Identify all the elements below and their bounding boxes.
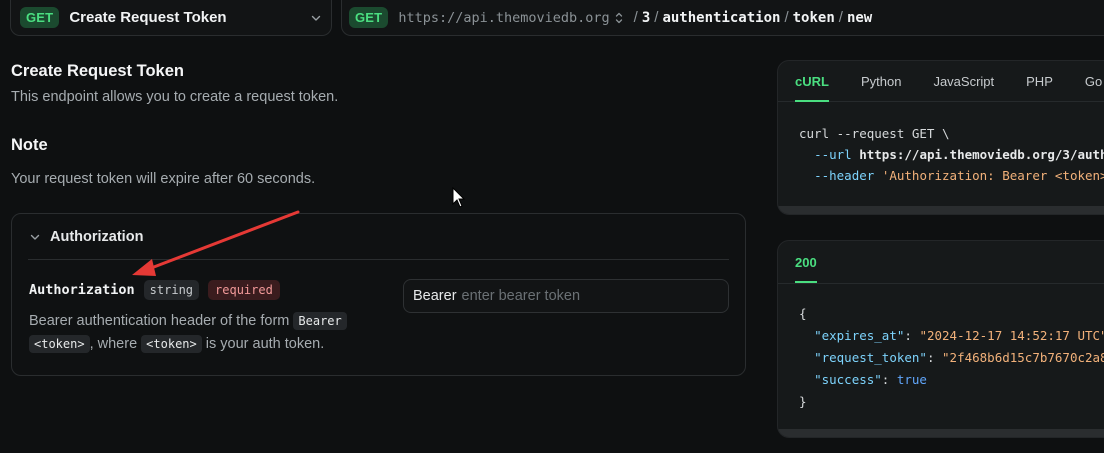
url-bar[interactable]: GET https://api.themoviedb.org / 3 / aut… [341, 0, 1104, 36]
chevron-down-icon [311, 15, 321, 21]
tab-go[interactable]: Go [1085, 61, 1102, 102]
code-block: curl --request GET \ --url https://api.t… [778, 102, 1104, 186]
mouse-cursor-icon [452, 186, 466, 208]
panel-scrollbar[interactable] [778, 206, 1104, 214]
bearer-prefix: Bearer [413, 288, 457, 304]
url-segment: new [846, 9, 873, 26]
code-value: 'Authorization: Bearer <token>' [881, 168, 1104, 183]
required-badge: required [208, 280, 280, 300]
note-text: Your request token will expire after 60 … [11, 171, 316, 187]
url-separator: / [838, 9, 843, 26]
param-type-badge: string [143, 280, 200, 300]
code-value: https://api.themoviedb.org/3/authen [859, 147, 1104, 162]
divider [28, 259, 729, 260]
desc-text: Bearer authentication header of the form [29, 313, 290, 329]
endpoint-selector[interactable]: GET Create Request Token [10, 0, 332, 36]
code-chip: <token> [141, 335, 202, 353]
chevron-collapse-icon [30, 234, 40, 240]
tab-status-200[interactable]: 200 [795, 242, 817, 283]
desc-text: , where [89, 336, 138, 352]
json-value: true [896, 372, 927, 387]
code-flag: --header [814, 168, 875, 183]
endpoint-title: Create Request Token [69, 9, 227, 26]
bearer-token-field[interactable]: Bearer [403, 279, 729, 313]
url-segment: 3 [641, 9, 651, 26]
tab-python[interactable]: Python [861, 61, 901, 102]
language-tabs: cURL Python JavaScript PHP Go [778, 61, 1104, 102]
json-brace: { [799, 306, 807, 321]
code-chip: Bearer [293, 312, 347, 330]
authorization-card: Authorization Authorization string requi… [11, 213, 746, 376]
param-header: Authorization string required [29, 280, 280, 300]
response-panel: 200 { "expires_at": "2024-12-17 14:52:17… [777, 240, 1104, 438]
json-key: "expires_at" [814, 328, 905, 343]
desc-text: is your auth token. [205, 336, 325, 352]
authorization-section-label: Authorization [50, 229, 144, 245]
response-json: { "expires_at": "2024-12-17 14:52:17 UTC… [778, 284, 1104, 413]
tab-php[interactable]: PHP [1026, 61, 1053, 102]
bearer-token-input[interactable] [461, 288, 712, 304]
page-title: Create Request Token [11, 62, 184, 80]
tab-javascript[interactable]: JavaScript [933, 61, 994, 102]
code-chip-text: Bearer [298, 314, 342, 328]
authorization-toggle[interactable]: Authorization [30, 229, 143, 245]
method-badge: GET [20, 7, 60, 28]
tab-curl[interactable]: cURL [795, 61, 829, 102]
code-chip: <token> [29, 335, 90, 353]
code-line: curl --request GET \ [799, 126, 950, 141]
response-tabs: 200 [778, 241, 1104, 284]
chevron-updown-icon[interactable] [614, 11, 624, 25]
json-value: "2f468b6d15c7b7670c2a83c [942, 350, 1104, 365]
json-key: "request_token" [814, 350, 927, 365]
code-flag: --url [814, 147, 852, 162]
page-description: This endpoint allows you to create a req… [11, 89, 339, 105]
url-separator: / [654, 9, 659, 26]
url-method-badge: GET [349, 7, 389, 28]
url-separator: / [784, 9, 789, 26]
note-heading: Note [11, 136, 48, 154]
url-separator: / [633, 9, 638, 26]
code-sample-panel: cURL Python JavaScript PHP Go curl --req… [777, 60, 1104, 215]
param-name: Authorization [29, 282, 135, 298]
json-key: "success" [814, 372, 882, 387]
url-segment: token [792, 9, 835, 26]
json-value: "2024-12-17 14:52:17 UTC", [919, 328, 1104, 343]
panel-scrollbar[interactable] [778, 429, 1104, 437]
url-segment: authentication [662, 9, 781, 26]
url-base: https://api.themoviedb.org [398, 9, 610, 26]
param-description: Bearer authentication header of the form… [29, 310, 369, 356]
json-brace: } [799, 394, 807, 409]
